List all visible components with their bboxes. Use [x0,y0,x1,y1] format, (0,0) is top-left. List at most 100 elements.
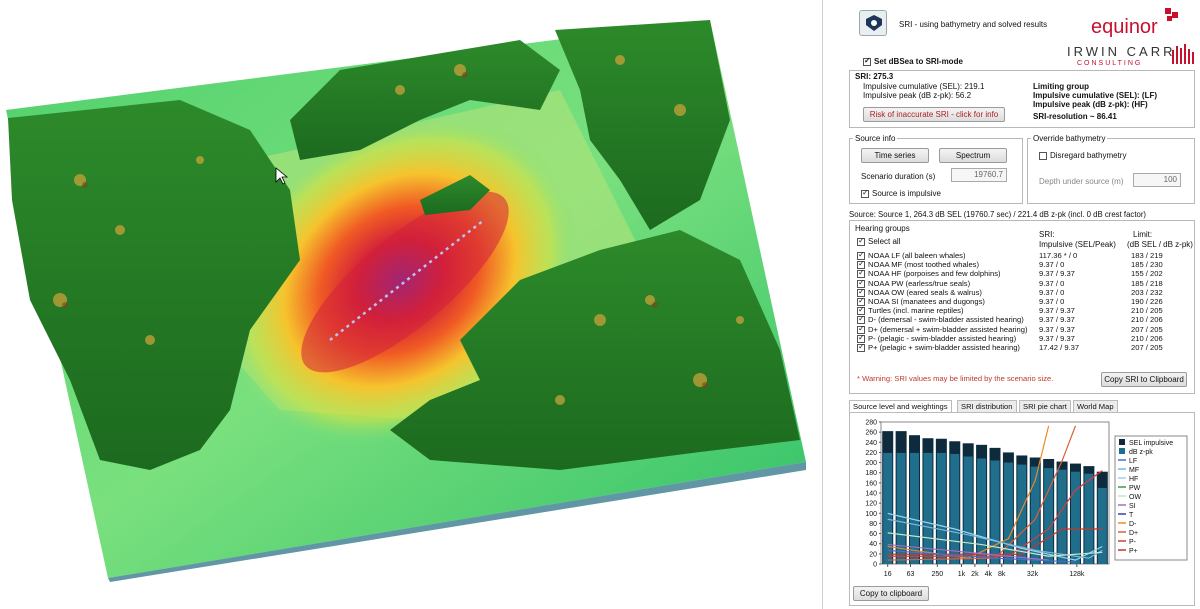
warning-text: * Warning: SRI values may be limited by … [857,374,1054,383]
legend-label: SEL impulsive [1129,440,1173,447]
hearing-sri: 117.36 * / 0 [1039,251,1078,260]
hearing-sri: 9.37 / 0 [1039,260,1065,270]
checkbox-icon[interactable] [857,342,865,352]
bar-pk [950,453,960,564]
y-tick-label: 280 [865,420,877,427]
bar-pk [1057,469,1067,564]
checkbox-icon [861,188,869,198]
hearing-name: NOAA PW (earless/true seals) [868,278,971,288]
hearing-name: D+ (demersal + swim-bladder assisted hea… [868,324,1028,334]
hearing-name: NOAA LF (all baleen whales) [868,251,966,260]
checkbox-icon [857,236,865,246]
x-tick-label: 128k [1069,571,1085,578]
y-tick-label: 220 [865,450,877,457]
duration-label: Scenario duration (s) [861,172,936,181]
hearing-limit: 203 / 232 [1131,287,1163,297]
hearing-limit: 210 / 206 [1131,333,1163,343]
disregard-bathymetry-checkbox[interactable]: Disregard bathymetry [1039,151,1126,160]
hearing-sri: 9.37 / 0 [1039,278,1065,288]
select-all-checkbox[interactable]: Select all [857,236,900,246]
copy-sri-button[interactable]: Copy SRI to Clipboard [1101,372,1187,387]
hearing-name: Turtles (incl. marine reptiles) [868,306,964,316]
bar-pk [923,452,933,564]
hearing-sri: 9.37 / 0 [1039,297,1065,306]
x-tick-label: 1k [958,571,966,578]
legend-label: OW [1129,494,1141,501]
hearing-row[interactable]: NOAA MF (most toothed whales) 9.37 / 0 185… [857,259,1187,270]
source-impulsive-checkbox[interactable]: Source is impulsive [861,188,941,198]
legend-label: P- [1129,539,1137,546]
hearing-sri: 9.37 / 0 [1039,287,1065,297]
hearing-sri: 17.42 / 9.37 [1039,343,1080,352]
hearing-row[interactable]: NOAA PW (earless/true seals) 9.37 / 0 185 … [857,278,1187,288]
legend-swatch [1119,448,1125,454]
hearing-row[interactable]: NOAA OW (eared seals & walrus) 9.37 / 0 20… [857,287,1187,297]
x-tick-label: 250 [931,571,943,578]
x-tick-label: 2k [971,571,979,578]
col-sri-sub: Impulsive (SEL/Peak) [1039,240,1116,249]
spectrum-button[interactable]: Spectrum [939,148,1007,163]
hearing-sri: 9.37 / 9.37 [1039,269,1075,279]
hearing-row[interactable]: D- (demersal - swim-bladder assisted hea… [857,314,1187,325]
limiting-cumulative: Impulsive cumulative (SEL): (LF) [1033,91,1158,100]
y-tick-label: 140 [865,491,877,498]
bathymetry-render [6,20,806,582]
hearing-name: P+ (pelagic + swim-bladder assisted hear… [868,343,1020,352]
hearing-row[interactable]: NOAA LF (all baleen whales) 117.36 * / 0 1… [857,250,1187,260]
limiting-peak: Impulsive peak (dB z-pk): (HF) [1033,100,1148,109]
bar-pk [1084,473,1094,564]
duration-input[interactable]: 19760.7 [951,168,1007,182]
equinor-logo: equinor [1091,16,1158,38]
hearing-limit: 207 / 205 [1131,324,1163,334]
bar-pk [1070,471,1080,564]
legend-label: dB z-pk [1129,449,1153,456]
sri-resolution: SRI-resolution ~ 86.41 [1033,112,1117,121]
bathymetry-3d-view[interactable] [0,0,822,609]
source-summary: Source: Source 1, 264.3 dB SEL (19760.7 … [849,210,1147,219]
equinor-star-icon [1165,8,1178,21]
bar-pk [936,452,946,564]
y-tick-label: 80 [869,521,877,528]
legend-label: LF [1129,458,1137,465]
legend-swatch [1119,439,1125,445]
y-tick-label: 0 [873,562,877,569]
impulsive-cumulative: Impulsive cumulative (SEL): 219.1 [863,82,985,91]
limiting-group-title: Limiting group [1033,82,1089,91]
hearing-row[interactable]: P- (pelagic - swim-bladder assisted hear… [857,333,1187,343]
set-sri-mode-checkbox[interactable]: Set dBSea to SRI-mode [863,56,963,66]
bar-pk [963,456,973,564]
hearing-row[interactable]: D+ (demersal + swim-bladder assisted hea… [857,324,1187,334]
sri-app-icon[interactable] [859,10,887,36]
hearing-row[interactable]: NOAA HF (porpoises and few dolphins) 9.37… [857,268,1187,279]
x-tick-label: 4k [985,571,993,578]
y-tick-label: 200 [865,460,877,467]
hearing-limit: 185 / 218 [1131,278,1163,288]
source-info-title: Source info [853,134,898,143]
y-tick-label: 40 [869,541,877,548]
sri-value: SRI: 275.3 [855,72,894,81]
depth-input[interactable]: 100 [1133,173,1181,187]
hearing-row[interactable]: NOAA SI (manatees and dugongs) 9.37 / 0 19… [857,296,1187,306]
copy-to-clipboard-button[interactable]: Copy to clipboard [853,586,929,601]
hearing-sri: 9.37 / 9.37 [1039,315,1075,325]
time-series-button[interactable]: Time series [861,148,929,163]
legend-label: SI [1129,503,1136,510]
hearing-sri: 9.37 / 9.37 [1039,333,1075,343]
legend-label: HF [1129,476,1138,483]
override-group [1027,138,1195,204]
hearing-row[interactable]: P+ (pelagic + swim-bladder assisted hear… [857,342,1187,352]
hearing-row[interactable]: Turtles (incl. marine reptiles) 9.37 / 9.… [857,305,1187,316]
panel-title: SRI - using bathymetry and solved result… [899,20,1048,29]
irwin-carr-logo: IRWIN CARR [1067,44,1176,59]
bar-pk [896,452,906,564]
y-tick-label: 20 [869,551,877,558]
sri-panel: SRI - using bathymetry and solved result… [822,0,1200,609]
hearing-name: D- (demersal - swim-bladder assisted hea… [868,315,1024,325]
bar-pk [990,460,1000,564]
y-tick-label: 240 [865,440,877,447]
hearing-name: NOAA HF (porpoises and few dolphins) [868,269,1001,279]
hearing-name: NOAA SI (manatees and dugongs) [868,297,985,306]
override-title: Override bathymetry [1031,134,1108,143]
y-tick-label: 160 [865,480,877,487]
risk-info-button[interactable]: Risk of inaccurate SRI - click for info [863,107,1005,122]
